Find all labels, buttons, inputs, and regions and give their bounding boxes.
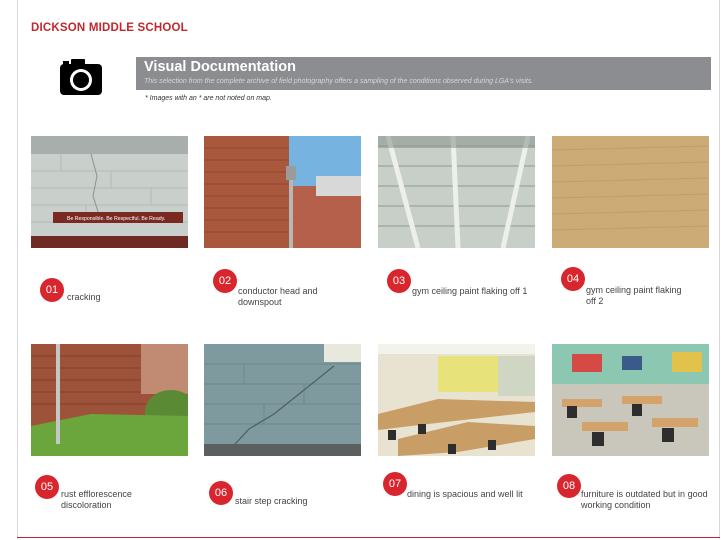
caption-01: cracking bbox=[67, 292, 101, 302]
caption-07: dining is spacious and well lit bbox=[407, 489, 523, 499]
caption-05: rust efflorescence discoloration bbox=[61, 489, 132, 510]
photo-03[interactable] bbox=[378, 136, 535, 248]
photo-05[interactable] bbox=[31, 344, 188, 456]
photo-04[interactable] bbox=[552, 136, 709, 248]
badge-08: 08 bbox=[557, 474, 581, 498]
section-banner: Visual Documentation This selection from… bbox=[136, 57, 711, 90]
bottom-rule bbox=[17, 537, 720, 538]
badge-03: 03 bbox=[387, 269, 411, 293]
caption-03: gym ceiling paint flaking off 1 bbox=[412, 286, 528, 296]
sign-text: Be Responsible. Be Respectful. Be Ready. bbox=[67, 216, 165, 222]
photo-02[interactable] bbox=[204, 136, 361, 248]
badge-04: 04 bbox=[561, 267, 585, 291]
map-footnote: * Images with an * are not noted on map. bbox=[145, 95, 272, 102]
photo-08[interactable] bbox=[552, 344, 709, 456]
badge-05: 05 bbox=[35, 475, 59, 499]
badge-02: 02 bbox=[213, 269, 237, 293]
photo-06[interactable] bbox=[204, 344, 361, 456]
photo-01[interactable]: Be Responsible. Be Respectful. Be Ready. bbox=[31, 136, 188, 248]
caption-06: stair step cracking bbox=[235, 496, 308, 506]
camera-icon bbox=[58, 57, 104, 97]
caption-08: furniture is outdated but in good workin… bbox=[581, 489, 708, 510]
school-name: DICKSON MIDDLE SCHOOL bbox=[31, 22, 188, 34]
badge-07: 07 bbox=[383, 472, 407, 496]
section-title: Visual Documentation bbox=[144, 59, 297, 75]
photo-07[interactable] bbox=[378, 344, 535, 456]
caption-02: conductor head and downspout bbox=[238, 286, 318, 307]
badge-06: 06 bbox=[209, 481, 233, 505]
badge-01: 01 bbox=[40, 278, 64, 302]
section-subtitle: This selection from the complete archive… bbox=[144, 78, 534, 85]
caption-04: gym ceiling paint flaking off 2 bbox=[586, 285, 682, 306]
